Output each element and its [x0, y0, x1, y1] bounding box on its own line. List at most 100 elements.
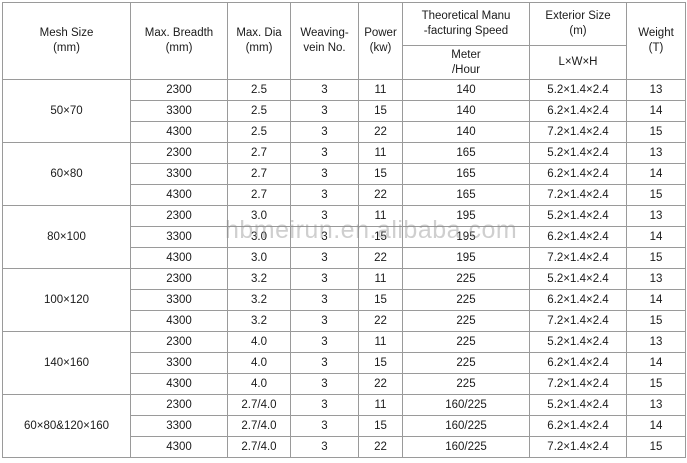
- cell-power: 11: [358, 331, 403, 353]
- cell-max-dia: 2.7: [227, 163, 291, 185]
- cell-max-dia: 2.7/4.0: [227, 436, 291, 458]
- cell-max-dia: 2.5: [227, 79, 291, 101]
- cell-weight: 13: [626, 394, 686, 416]
- cell-weaving-vein: 3: [290, 289, 359, 311]
- cell-weight: 15: [626, 310, 686, 332]
- cell-mesh-size: 140×160: [2, 331, 131, 395]
- cell-max-breadth: 2300: [130, 268, 228, 290]
- cell-weaving-vein: 3: [290, 352, 359, 374]
- spec-table-body: 50×70 2300 2.5 3 11 140 5.2×1.4×2.4 13 3300 2.5 3 1…: [2, 79, 686, 458]
- cell-power: 15: [358, 352, 403, 374]
- cell-mesh-size: 100×120: [2, 268, 131, 332]
- cell-exterior-size: 7.2×1.4×2.4: [529, 436, 627, 458]
- cell-power: 11: [358, 205, 403, 227]
- cell-speed: 195: [402, 226, 530, 248]
- cell-speed: 225: [402, 310, 530, 332]
- cell-weight: 14: [626, 289, 686, 311]
- cell-speed: 140: [402, 79, 530, 101]
- cell-max-breadth: 4300: [130, 121, 228, 143]
- cell-weaving-vein: 3: [290, 100, 359, 122]
- cell-max-dia: 3.0: [227, 226, 291, 248]
- cell-exterior-size: 5.2×1.4×2.4: [529, 331, 627, 353]
- cell-exterior-size: 7.2×1.4×2.4: [529, 373, 627, 395]
- cell-max-breadth: 4300: [130, 373, 228, 395]
- cell-weaving-vein: 3: [290, 436, 359, 458]
- cell-power: 11: [358, 79, 403, 101]
- cell-weaving-vein: 3: [290, 142, 359, 164]
- cell-exterior-size: 5.2×1.4×2.4: [529, 142, 627, 164]
- cell-exterior-size: 6.2×1.4×2.4: [529, 226, 627, 248]
- cell-speed: 160/225: [402, 436, 530, 458]
- cell-max-dia: 2.7: [227, 184, 291, 206]
- cell-weaving-vein: 3: [290, 226, 359, 248]
- cell-exterior-size: 5.2×1.4×2.4: [529, 205, 627, 227]
- cell-speed: 160/225: [402, 394, 530, 416]
- cell-max-dia: 2.7: [227, 142, 291, 164]
- cell-max-dia: 2.5: [227, 100, 291, 122]
- cell-max-breadth: 4300: [130, 310, 228, 332]
- cell-max-breadth: 2300: [130, 394, 228, 416]
- cell-speed: 225: [402, 331, 530, 353]
- cell-max-dia: 3.2: [227, 289, 291, 311]
- cell-weaving-vein: 3: [290, 310, 359, 332]
- cell-power: 15: [358, 415, 403, 437]
- header-weaving-vein: Weaving- vein No.: [290, 2, 359, 80]
- cell-weight: 15: [626, 436, 686, 458]
- cell-power: 22: [358, 121, 403, 143]
- cell-power: 22: [358, 436, 403, 458]
- cell-max-dia: 3.2: [227, 268, 291, 290]
- header-weight: Weight (T): [626, 2, 686, 80]
- cell-max-breadth: 2300: [130, 142, 228, 164]
- cell-mesh-size: 80×100: [2, 205, 131, 269]
- cell-weight: 15: [626, 184, 686, 206]
- header-power: Power (kw): [358, 2, 403, 80]
- cell-weight: 15: [626, 247, 686, 269]
- cell-weight: 14: [626, 415, 686, 437]
- cell-speed: 165: [402, 142, 530, 164]
- cell-exterior-size: 5.2×1.4×2.4: [529, 79, 627, 101]
- cell-exterior-size: 7.2×1.4×2.4: [529, 121, 627, 143]
- table-row: 100×120 2300 3.2 3 11 225 5.2×1.4×2.4 13: [2, 268, 686, 332]
- cell-weaving-vein: 3: [290, 247, 359, 269]
- cell-max-breadth: 3300: [130, 100, 228, 122]
- cell-speed: 225: [402, 268, 530, 290]
- cell-max-breadth: 3300: [130, 226, 228, 248]
- table-row: 140×160 2300 4.0 3 11 225 5.2×1.4×2.4 13: [2, 331, 686, 395]
- cell-mesh-size: 60×80&120×160: [2, 394, 131, 458]
- cell-weaving-vein: 3: [290, 163, 359, 185]
- cell-weight: 14: [626, 100, 686, 122]
- spec-table-container: Mesh Size (mm) Max. Breadth (mm) Max. Di…: [2, 2, 686, 458]
- cell-weaving-vein: 3: [290, 268, 359, 290]
- cell-max-breadth: 2300: [130, 79, 228, 101]
- cell-power: 15: [358, 100, 403, 122]
- cell-exterior-size: 6.2×1.4×2.4: [529, 289, 627, 311]
- cell-exterior-size: 7.2×1.4×2.4: [529, 184, 627, 206]
- cell-max-dia: 2.7/4.0: [227, 394, 291, 416]
- header-meter-hour: Meter /Hour: [402, 45, 530, 80]
- header-lwh: L×W×H: [529, 45, 627, 80]
- cell-weaving-vein: 3: [290, 184, 359, 206]
- cell-weaving-vein: 3: [290, 415, 359, 437]
- cell-max-breadth: 4300: [130, 247, 228, 269]
- cell-exterior-size: 6.2×1.4×2.4: [529, 352, 627, 374]
- cell-max-dia: 4.0: [227, 331, 291, 353]
- cell-speed: 140: [402, 121, 530, 143]
- cell-max-dia: 3.0: [227, 205, 291, 227]
- cell-exterior-size: 7.2×1.4×2.4: [529, 247, 627, 269]
- header-max-breadth: Max. Breadth (mm): [130, 2, 228, 80]
- cell-max-breadth: 4300: [130, 436, 228, 458]
- table-row: 80×100 2300 3.0 3 11 195 5.2×1.4×2.4 13: [2, 205, 686, 269]
- cell-speed: 140: [402, 100, 530, 122]
- cell-power: 11: [358, 394, 403, 416]
- cell-exterior-size: 5.2×1.4×2.4: [529, 394, 627, 416]
- cell-weight: 13: [626, 205, 686, 227]
- cell-mesh-size: 60×80: [2, 142, 131, 206]
- cell-power: 22: [358, 184, 403, 206]
- cell-speed: 165: [402, 184, 530, 206]
- cell-weight: 13: [626, 331, 686, 353]
- cell-weight: 14: [626, 352, 686, 374]
- cell-weight: 13: [626, 268, 686, 290]
- cell-weight: 13: [626, 142, 686, 164]
- cell-power: 22: [358, 247, 403, 269]
- cell-weaving-vein: 3: [290, 79, 359, 101]
